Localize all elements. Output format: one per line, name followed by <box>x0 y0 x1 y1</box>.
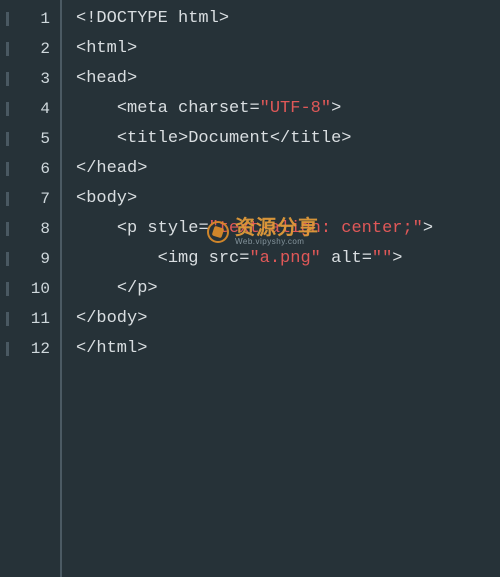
token-tag: DOCTYPE <box>96 9 167 28</box>
token-punc: > <box>178 129 188 148</box>
token-punc: < <box>76 99 127 118</box>
token-punc: < <box>76 69 86 88</box>
line-number: 4 <box>0 94 60 124</box>
code-line[interactable]: <head> <box>76 64 500 94</box>
token-punc: > <box>137 159 147 178</box>
token-punc <box>321 249 331 268</box>
token-punc: > <box>423 219 433 238</box>
code-line[interactable]: <title>Document</title> <box>76 124 500 154</box>
token-tag: head <box>86 69 127 88</box>
token-tag: html <box>86 39 127 58</box>
code-line[interactable]: <p style="text-align: center;"> <box>76 214 500 244</box>
token-punc <box>168 9 178 28</box>
code-line[interactable]: <meta charset="UTF-8"> <box>76 94 500 124</box>
token-punc: </ <box>76 309 96 328</box>
line-number: 11 <box>0 304 60 334</box>
token-attr: charset <box>178 99 249 118</box>
token-tag: head <box>96 159 137 178</box>
token-punc: > <box>147 279 157 298</box>
code-line[interactable]: </head> <box>76 154 500 184</box>
token-tag: p <box>137 279 147 298</box>
token-tag: body <box>96 309 137 328</box>
token-attr: alt <box>331 249 362 268</box>
code-line[interactable]: <body> <box>76 184 500 214</box>
token-attr: html <box>178 9 219 28</box>
token-str: "a.png" <box>249 249 320 268</box>
token-punc: = <box>239 249 249 268</box>
token-punc: Document <box>188 129 270 148</box>
token-punc: > <box>331 99 341 118</box>
token-tag: img <box>168 249 199 268</box>
line-number: 10 <box>0 274 60 304</box>
token-punc <box>168 99 178 118</box>
line-number: 7 <box>0 184 60 214</box>
token-punc: < <box>76 219 127 238</box>
line-number: 12 <box>0 334 60 364</box>
token-str: "UTF-8" <box>260 99 331 118</box>
token-tag: body <box>86 189 127 208</box>
code-line[interactable]: </p> <box>76 274 500 304</box>
token-tag: meta <box>127 99 168 118</box>
code-line[interactable]: <img src="a.png" alt=""> <box>76 244 500 274</box>
line-number: 2 <box>0 34 60 64</box>
token-punc: > <box>137 339 147 358</box>
line-number: 1 <box>0 4 60 34</box>
line-number-gutter: 123456789101112 <box>0 0 62 577</box>
token-punc <box>198 249 208 268</box>
token-tag: p <box>127 219 137 238</box>
line-number: 8 <box>0 214 60 244</box>
token-punc: < <box>76 129 127 148</box>
token-punc: = <box>362 249 372 268</box>
code-line[interactable]: </body> <box>76 304 500 334</box>
token-punc: > <box>137 309 147 328</box>
token-punc: > <box>219 9 229 28</box>
code-line[interactable]: </html> <box>76 334 500 364</box>
token-punc: = <box>198 219 208 238</box>
token-punc: > <box>127 189 137 208</box>
line-number: 3 <box>0 64 60 94</box>
token-punc: > <box>392 249 402 268</box>
token-punc: < <box>76 39 86 58</box>
line-number: 6 <box>0 154 60 184</box>
token-punc: </ <box>76 339 96 358</box>
token-punc: = <box>249 99 259 118</box>
token-punc: > <box>127 39 137 58</box>
code-editor: 123456789101112 资源分享 Web.vipyshy.com <!D… <box>0 0 500 577</box>
token-tag: title <box>290 129 341 148</box>
token-str: "text-align: center;" <box>209 219 423 238</box>
token-attr: style <box>147 219 198 238</box>
line-number: 5 <box>0 124 60 154</box>
token-punc <box>137 219 147 238</box>
code-area[interactable]: 资源分享 Web.vipyshy.com <!DOCTYPE html><htm… <box>62 0 500 577</box>
line-number: 9 <box>0 244 60 274</box>
code-line[interactable]: <html> <box>76 34 500 64</box>
token-str: "" <box>372 249 392 268</box>
token-punc: </ <box>76 159 96 178</box>
token-tag: title <box>127 129 178 148</box>
token-punc: > <box>127 69 137 88</box>
token-punc: <! <box>76 9 96 28</box>
token-tag: html <box>96 339 137 358</box>
code-line[interactable]: <!DOCTYPE html> <box>76 4 500 34</box>
token-punc: > <box>341 129 351 148</box>
token-punc: </ <box>76 279 137 298</box>
token-attr: src <box>209 249 240 268</box>
token-punc: < <box>76 249 168 268</box>
token-punc: < <box>76 189 86 208</box>
token-punc: </ <box>270 129 290 148</box>
